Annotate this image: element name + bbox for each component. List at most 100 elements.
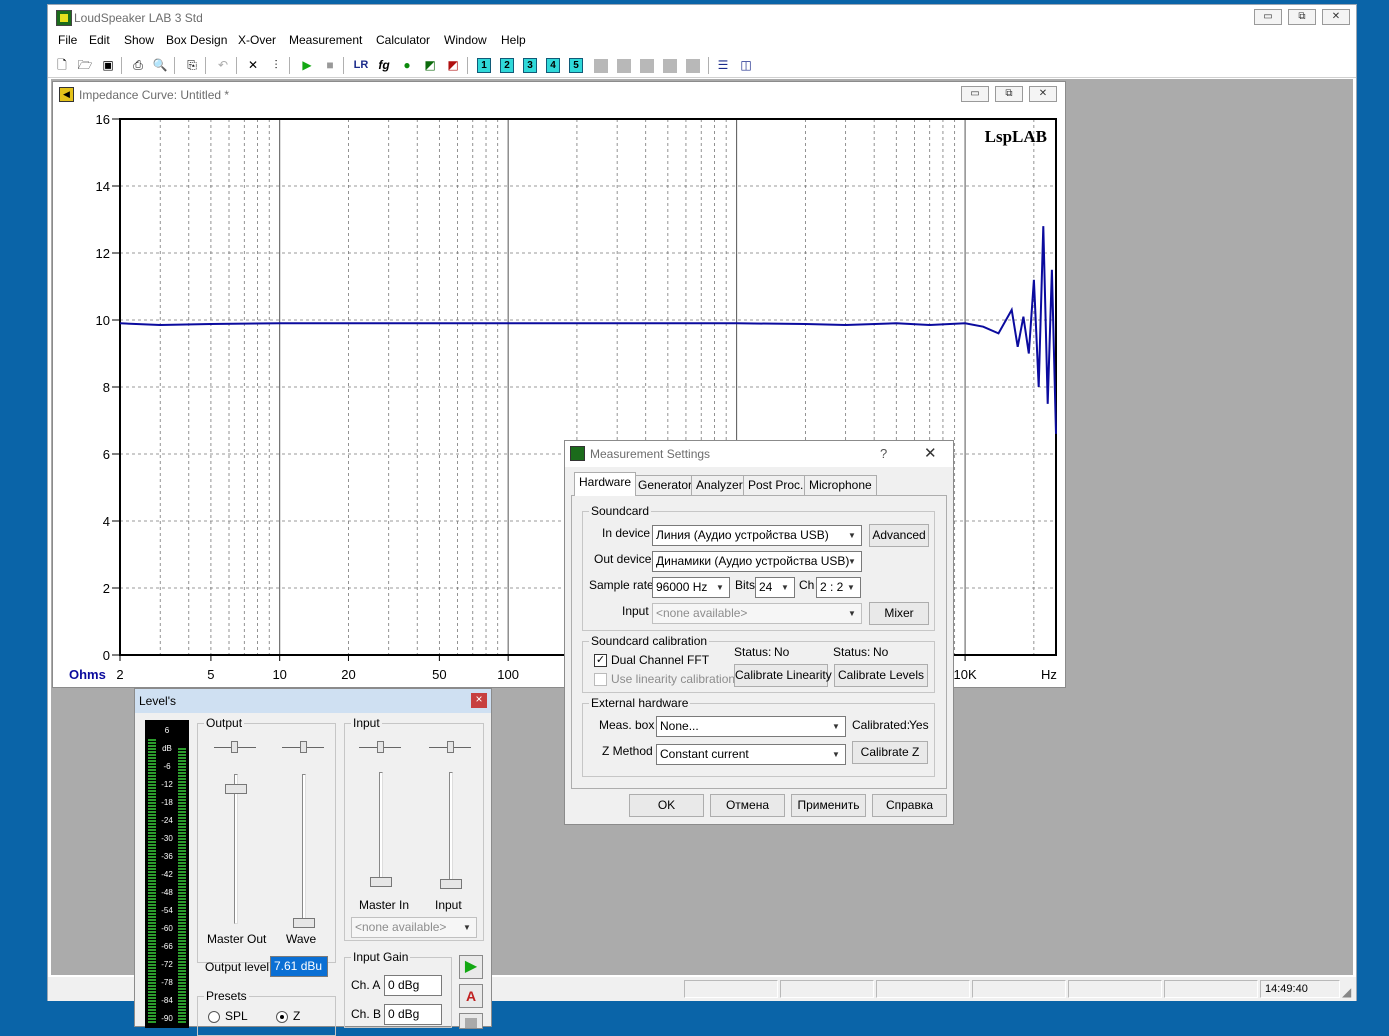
open-folder-icon[interactable]: 🗁 xyxy=(76,56,94,74)
view-4-button[interactable]: 4 xyxy=(546,58,560,73)
resize-grip-icon[interactable]: ◢ xyxy=(1342,985,1351,999)
tile-vertical-icon[interactable]: ◫ xyxy=(737,56,755,74)
impedance-titlebar[interactable]: ◀ Impedance Curve: Untitled * ▭ ⧉ ✕ xyxy=(53,82,1065,108)
help-button[interactable]: Справка xyxy=(872,794,947,817)
tile-horizontal-icon[interactable]: ☰ xyxy=(714,56,732,74)
menu-measurement[interactable]: Measurement xyxy=(289,33,362,47)
menu-calculator[interactable]: Calculator xyxy=(376,33,430,47)
advanced-button[interactable]: Advanced xyxy=(869,524,929,547)
view-5-button[interactable]: 5 xyxy=(569,58,583,73)
input-source-select[interactable]: <none available> ▼ xyxy=(351,917,477,938)
soundcard-calibration-group: Soundcard calibration Status: No Status:… xyxy=(582,634,935,693)
auto-level-icon[interactable]: A xyxy=(459,984,483,1008)
green-circle-icon[interactable]: ● xyxy=(398,56,416,74)
tab-hardware[interactable]: Hardware xyxy=(574,472,637,496)
wave-balance-slider[interactable] xyxy=(300,741,307,753)
output-group-label: Output xyxy=(204,716,245,730)
chart-green-icon[interactable]: ◩ xyxy=(421,56,439,74)
restore-button[interactable]: ⧉ xyxy=(1288,9,1316,25)
disabled-tool-icon[interactable] xyxy=(686,59,700,73)
chart-red-icon[interactable]: ◩ xyxy=(444,56,462,74)
app-icon xyxy=(56,10,72,26)
input-select[interactable]: <none available> ▼ xyxy=(652,603,862,624)
menu-help[interactable]: Help xyxy=(501,33,526,47)
view-1-button[interactable]: 1 xyxy=(477,58,491,73)
channels-select[interactable]: 2 : 2 ▼ xyxy=(816,577,861,598)
master-in-balance-slider[interactable] xyxy=(377,741,384,753)
start-measure-play-icon[interactable]: ▶ xyxy=(459,955,483,979)
sample-rate-select[interactable]: 96000 Hz ▼ xyxy=(652,577,730,598)
calibrate-levels-button[interactable]: Calibrate Levels xyxy=(834,664,928,687)
preset-z-radio[interactable] xyxy=(276,1011,288,1023)
disabled-tool-icon[interactable] xyxy=(663,59,677,73)
menu-box-design[interactable]: Box Design xyxy=(166,33,227,47)
lr-tool-button[interactable]: LR xyxy=(352,56,370,74)
tab-generator[interactable]: Generator xyxy=(633,475,698,495)
chevron-down-icon: ▼ xyxy=(848,557,856,566)
impedance-close-button[interactable]: ✕ xyxy=(1029,86,1057,102)
menu-show[interactable]: Show xyxy=(124,33,154,47)
ch-a-input[interactable]: 0 dBg xyxy=(384,975,442,996)
dual-channel-checkbox[interactable]: ✓ xyxy=(594,654,607,667)
wave-slider[interactable] xyxy=(293,918,315,928)
stop-icon[interactable]: ■ xyxy=(321,56,339,74)
impedance-minimize-button[interactable]: ▭ xyxy=(961,86,989,102)
z-method-select[interactable]: Constant current ▼ xyxy=(656,744,846,765)
vu-scale-label: -42 xyxy=(161,870,173,879)
tab-post-proc[interactable]: Post Proc. xyxy=(743,475,809,495)
settings-titlebar[interactable]: Measurement Settings ? ✕ xyxy=(565,441,953,467)
disabled-tool-icon[interactable] xyxy=(640,59,654,73)
copy-icon[interactable]: ⎘ xyxy=(183,56,201,74)
output-level-input[interactable]: 7.61 dBu xyxy=(270,956,328,977)
in-device-select[interactable]: Линия (Аудио устройства USB) ▼ xyxy=(652,525,862,546)
chevron-down-icon: ▼ xyxy=(463,923,471,932)
save-icon[interactable]: ▣ xyxy=(99,56,117,74)
impedance-curve-line xyxy=(119,226,1057,434)
disabled-tool-icon[interactable] xyxy=(594,59,608,73)
equalizer-icon[interactable]: ⫶ xyxy=(267,56,285,74)
view-3-button[interactable]: 3 xyxy=(523,58,537,73)
meas-box-select[interactable]: None... ▼ xyxy=(656,716,846,737)
master-in-slider[interactable] xyxy=(370,877,392,887)
minimize-button[interactable]: ▭ xyxy=(1254,9,1282,25)
menu-window[interactable]: Window xyxy=(444,33,487,47)
input-slider[interactable] xyxy=(440,879,462,889)
fg-tool-button[interactable]: fg xyxy=(375,56,393,74)
ch-b-input[interactable]: 0 dBg xyxy=(384,1004,442,1025)
input-balance-slider[interactable] xyxy=(447,741,454,753)
main-titlebar[interactable]: LoudSpeaker LAB 3 Std ▭ ⧉ ✕ xyxy=(48,5,1356,31)
calibrate-z-button[interactable]: Calibrate Z xyxy=(852,741,928,764)
view-2-button[interactable]: 2 xyxy=(500,58,514,73)
new-file-icon[interactable]: 🗋 xyxy=(53,56,71,74)
y-tick-label: 2 xyxy=(103,581,110,596)
mixer-button[interactable]: Mixer xyxy=(869,602,929,625)
tab-analyzer[interactable]: Analyzer xyxy=(691,475,748,495)
vu-scale-label: -36 xyxy=(161,852,173,861)
master-out-slider[interactable] xyxy=(225,784,247,794)
output-balance-slider[interactable] xyxy=(231,741,238,753)
settings-close-button[interactable]: ✕ xyxy=(924,444,937,462)
menu-file[interactable]: File xyxy=(58,33,77,47)
out-device-select[interactable]: Динамики (Аудио устройства USB) ▼ xyxy=(652,551,862,572)
levels-titlebar[interactable]: Level's × xyxy=(135,689,491,713)
print-icon[interactable]: ⎙ xyxy=(129,56,147,74)
disabled-tool-icon[interactable] xyxy=(617,59,631,73)
calibrate-linearity-button[interactable]: Calibrate Linearity xyxy=(734,664,832,687)
print-preview-icon[interactable]: 🔍 xyxy=(151,56,169,74)
tab-microphone[interactable]: Microphone xyxy=(804,475,877,495)
apply-button[interactable]: Применить xyxy=(791,794,866,817)
menu-x-over[interactable]: X-Over xyxy=(238,33,276,47)
menu-edit[interactable]: Edit xyxy=(89,33,110,47)
undo-icon[interactable]: ↶ xyxy=(214,56,232,74)
bits-select[interactable]: 24 ▼ xyxy=(755,577,795,598)
levels-close-button[interactable]: × xyxy=(471,693,487,708)
cancel-button[interactable]: Отмена xyxy=(710,794,785,817)
use-linearity-checkbox[interactable] xyxy=(594,673,607,686)
help-question-button[interactable]: ? xyxy=(880,446,887,461)
impedance-restore-button[interactable]: ⧉ xyxy=(995,86,1023,102)
crosshair-tool-icon[interactable]: ✕ xyxy=(244,56,262,74)
close-button[interactable]: ✕ xyxy=(1322,9,1350,25)
play-icon[interactable]: ▶ xyxy=(298,56,316,74)
preset-spl-radio[interactable] xyxy=(208,1011,220,1023)
ok-button[interactable]: OK xyxy=(629,794,704,817)
